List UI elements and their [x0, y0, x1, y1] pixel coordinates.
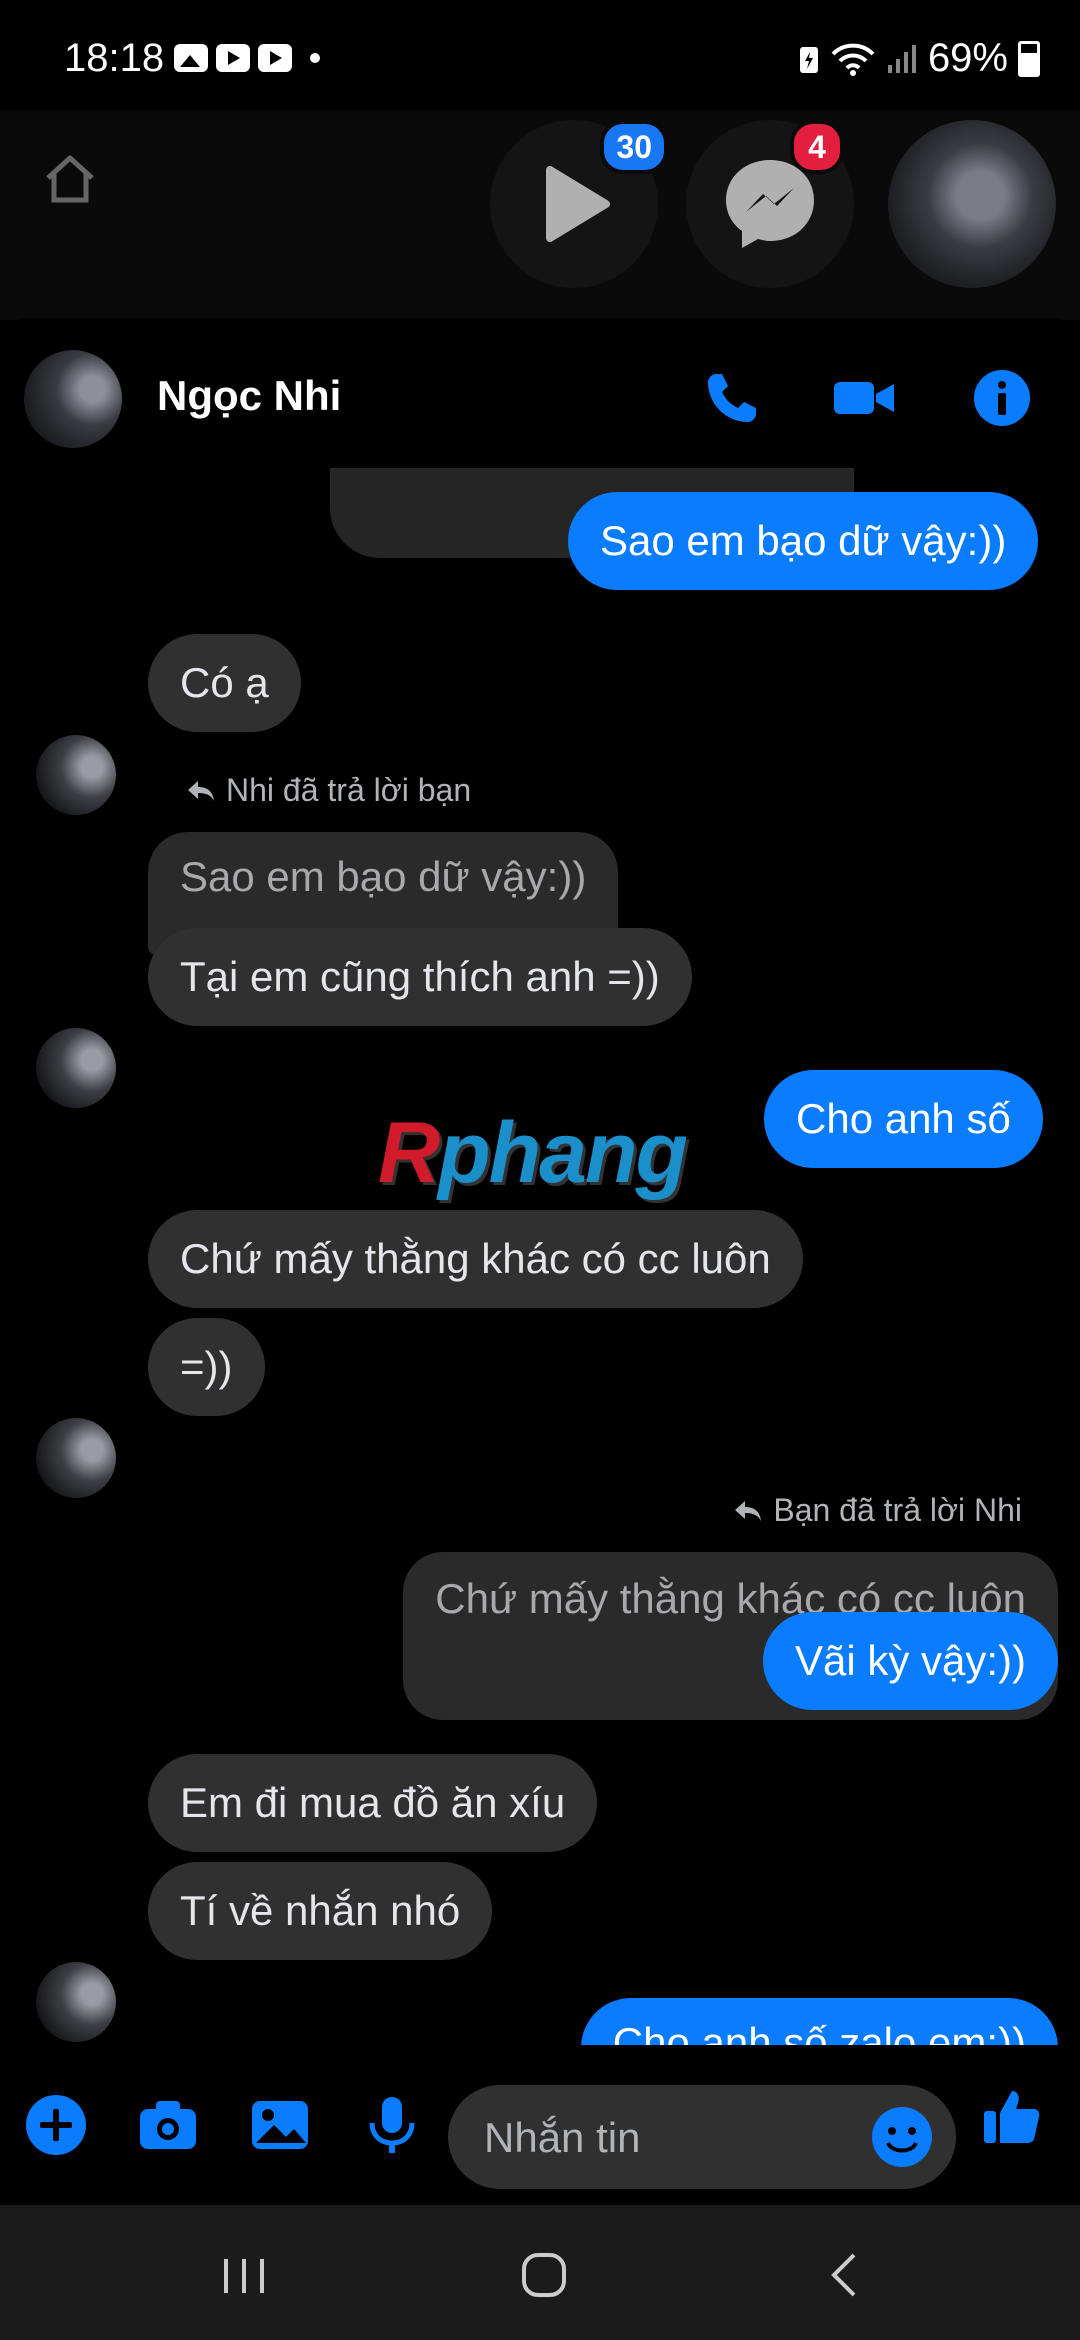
reply-arrow-icon	[735, 1500, 762, 1521]
status-bar: 18:18 69%	[0, 0, 1080, 120]
wifi-icon	[831, 43, 875, 76]
video-count-badge: 30	[600, 120, 668, 174]
status-time: 18:18	[64, 36, 165, 80]
messenger-count-badge: 4	[790, 120, 844, 174]
info-icon[interactable]	[970, 366, 1034, 430]
plus-icon[interactable]	[24, 2093, 88, 2157]
contact-chat-head[interactable]	[888, 120, 1056, 288]
conversation-panel: Ngọc Nhi Sao em bạo dữ vậy:)) Có ạ Nhi đ…	[0, 318, 1080, 2203]
home-icon[interactable]	[40, 148, 100, 208]
notification-icons	[174, 44, 320, 72]
video-call-icon[interactable]	[832, 366, 896, 430]
signal-icon	[887, 44, 916, 73]
camera-icon[interactable]	[136, 2093, 200, 2157]
incoming-message[interactable]: Chứ mấy thằng khác có cc luôn	[148, 1210, 803, 1308]
reply-arrow-icon	[188, 780, 214, 801]
back-icon[interactable]	[816, 2245, 876, 2305]
emoji-icon[interactable]	[870, 2105, 934, 2169]
gallery-icon[interactable]	[248, 2093, 312, 2157]
message-composer	[0, 2045, 1080, 2203]
contact-avatar[interactable]	[24, 350, 122, 448]
microphone-icon[interactable]	[360, 2093, 424, 2157]
reply-label-text: Bạn đã trả lời Nhi	[773, 1492, 1022, 1528]
contact-avatar-small[interactable]	[36, 1962, 116, 2042]
battery-percent: 69%	[927, 36, 1008, 80]
gallery-notification-icon	[174, 44, 208, 72]
watermark: Rphang	[378, 1105, 688, 1201]
incoming-message[interactable]: Tí về nhắn nhó	[148, 1862, 493, 1960]
like-icon[interactable]	[980, 2085, 1044, 2149]
reply-label-text: Nhi đã trả lời bạn	[226, 772, 472, 808]
battery-icon	[1018, 40, 1040, 77]
outgoing-message[interactable]: Cho anh số	[764, 1070, 1043, 1168]
contact-avatar-small[interactable]	[36, 735, 116, 815]
outgoing-message[interactable]: Sao em bạo dữ vậy:))	[568, 492, 1039, 590]
message-list[interactable]: Sao em bạo dữ vậy:)) Có ạ Nhi đã trả lời…	[0, 468, 1080, 2203]
message-input[interactable]	[482, 2085, 846, 2191]
contact-avatar-small[interactable]	[36, 1418, 116, 1498]
recent-apps-icon[interactable]	[214, 2245, 274, 2305]
youtube-notification-icon-2	[258, 44, 292, 72]
incoming-message[interactable]: Tại em cũng thích anh =))	[148, 928, 692, 1026]
system-navigation-bar	[0, 2205, 1080, 2340]
contact-avatar-small[interactable]	[36, 1028, 116, 1108]
incoming-message[interactable]: Em đi mua đồ ăn xíu	[148, 1754, 598, 1852]
youtube-notification-icon	[216, 44, 250, 72]
incoming-message[interactable]: =))	[148, 1318, 265, 1416]
phone-call-icon[interactable]	[700, 366, 764, 430]
messenger-chat-head[interactable]: 4	[686, 120, 854, 288]
reply-label: Bạn đã trả lời Nhi	[733, 1492, 1022, 1529]
contact-name[interactable]: Ngọc Nhi	[157, 372, 341, 420]
message-input-container[interactable]	[448, 2085, 956, 2191]
outgoing-message[interactable]: Vãi kỳ vậy:))	[762, 1612, 1058, 1710]
chat-heads-bar: 30 4	[0, 110, 1080, 320]
home-button-icon[interactable]	[514, 2245, 574, 2305]
battery-saver-icon	[799, 46, 818, 73]
reply-label: Nhi đã trả lời bạn	[186, 772, 471, 809]
status-right: 69%	[798, 36, 1040, 81]
conversation-header: Ngọc Nhi	[0, 318, 1080, 478]
more-notifications-dot-icon	[310, 53, 320, 63]
incoming-message[interactable]: Có ạ	[148, 634, 301, 732]
video-chat-head[interactable]: 30	[490, 120, 668, 288]
